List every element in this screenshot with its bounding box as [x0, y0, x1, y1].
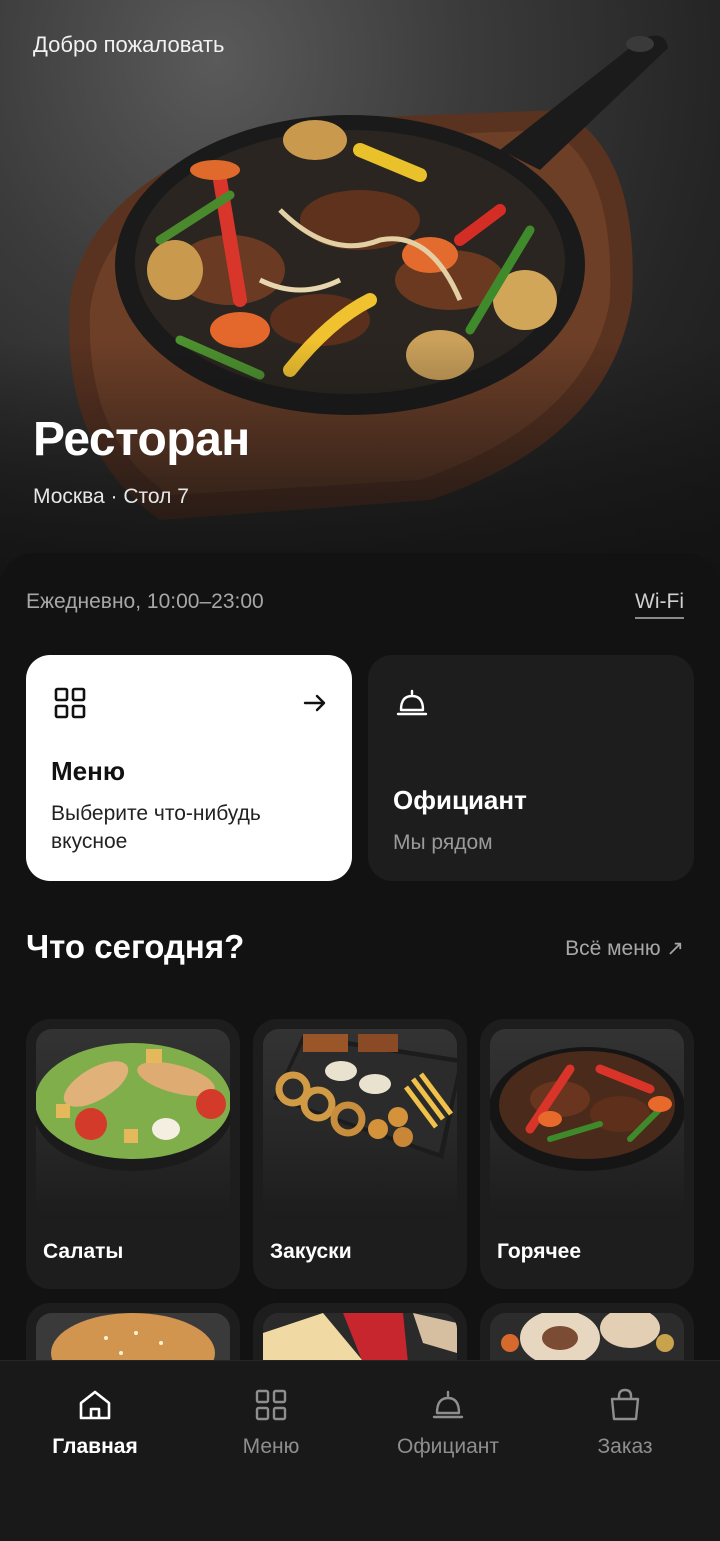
bag-icon [610, 1388, 640, 1421]
tab-menu[interactable]: Меню [181, 1361, 361, 1481]
location-table: Москва · Стол 7 [33, 485, 189, 508]
menu-card-title: Меню [51, 756, 126, 786]
waiter-card-text: Мы рядом [393, 831, 493, 854]
bell-icon [432, 1390, 464, 1419]
bell-icon [396, 689, 428, 716]
tab-label: Главная [52, 1435, 138, 1458]
section-title: Что сегодня? [26, 928, 245, 965]
tab-waiter[interactable]: Официант [358, 1361, 538, 1481]
hot-dish-image [490, 1029, 684, 1221]
menu-card-text: Выберите что-нибудь вкусное [51, 802, 261, 853]
opening-hours: Ежедневно, 10:00–23:00 [26, 590, 264, 613]
welcome-text: Добро пожаловать [33, 32, 225, 57]
menu-card[interactable]: Меню Выберите что-нибудь вкусное [26, 655, 352, 881]
restaurant-name: Ресторан [33, 413, 250, 466]
category-label: Закуски [270, 1240, 352, 1263]
grid-icon [54, 687, 86, 719]
tab-label: Официант [397, 1435, 499, 1458]
tab-order[interactable]: Заказ [535, 1361, 715, 1481]
all-menu-link[interactable]: Всё меню ↗ [565, 936, 684, 961]
category-label: Горячее [497, 1240, 582, 1263]
tab-home[interactable]: Главная [5, 1361, 185, 1481]
tab-label: Меню [242, 1435, 300, 1458]
waiter-card[interactable]: Официант Мы рядом [368, 655, 694, 881]
category-salads[interactable]: Салаты [26, 1019, 240, 1289]
category-hot[interactable]: Горячее [480, 1019, 694, 1289]
hero-banner: Добро пожаловать Ресторан Москва · Стол … [0, 0, 720, 600]
salad-image [36, 1029, 230, 1221]
category-label: Салаты [43, 1240, 124, 1263]
arrow-right-icon [303, 694, 326, 712]
wifi-link[interactable]: Wi-Fi [635, 590, 684, 619]
grid-icon [255, 1389, 287, 1421]
waiter-card-title: Официант [393, 785, 527, 815]
home-icon [79, 1390, 111, 1420]
category-snacks[interactable]: Закуски [253, 1019, 467, 1289]
snacks-image [263, 1029, 457, 1221]
bottom-navigation: Главная Меню Официант Заказ [0, 1360, 720, 1541]
tab-label: Заказ [597, 1435, 653, 1458]
